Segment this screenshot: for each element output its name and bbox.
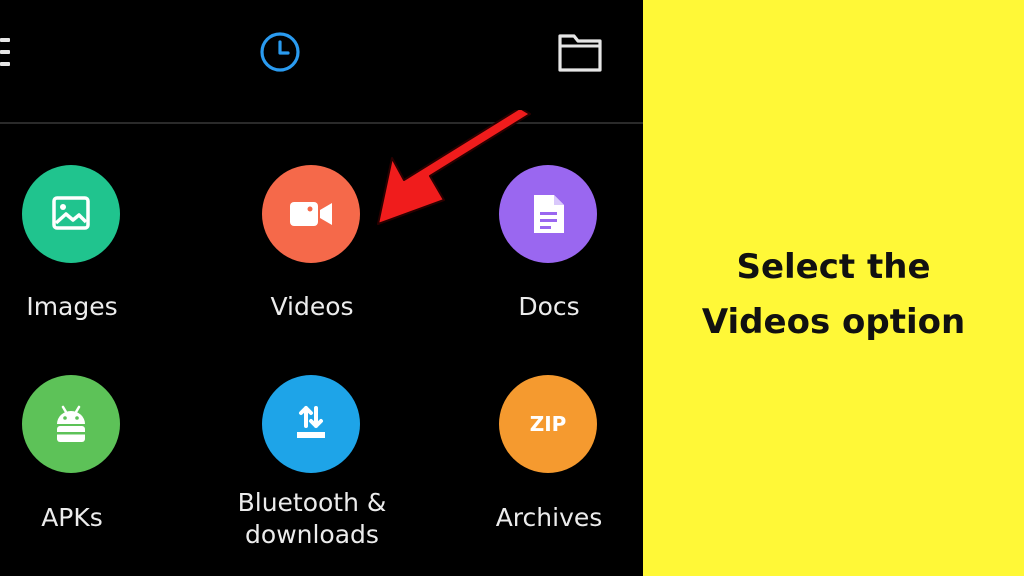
bluetooth-downloads-label: Bluetooth & downloads (212, 487, 412, 551)
videos-label: Videos (270, 292, 354, 321)
category-bluetooth-downloads[interactable]: Bluetooth & downloads (212, 375, 412, 549)
bluetooth-downloads-icon-circle (262, 375, 360, 473)
hamburger-menu-icon[interactable] (0, 34, 12, 70)
images-icon-circle (22, 165, 120, 263)
category-images[interactable]: Images (0, 165, 172, 335)
image-icon (52, 196, 90, 230)
category-apks[interactable]: APKs (0, 375, 172, 545)
videos-icon-circle (262, 165, 360, 263)
bluetooth-downloads-label-line1: Bluetooth & (237, 488, 387, 517)
instruction-line-1: Select the (736, 247, 931, 287)
android-icon (57, 405, 85, 442)
docs-label: Docs (518, 292, 580, 321)
images-label: Images (26, 292, 118, 321)
archives-label: Archives (495, 503, 603, 532)
video-camera-icon (290, 202, 332, 226)
apks-icon-circle (22, 375, 120, 473)
zip-icon-text: ZIP (529, 412, 567, 436)
top-bar (0, 0, 643, 122)
folder-icon[interactable] (557, 28, 603, 74)
archives-icon-circle: ZIP (499, 375, 597, 473)
clock-icon[interactable] (259, 31, 301, 73)
download-transfer-icon (297, 406, 325, 438)
apks-label: APKs (41, 503, 103, 532)
instruction-line-2: Videos option (701, 302, 966, 342)
zip-icon: ZIP (526, 404, 570, 444)
instruction-text: Select the Videos option (643, 240, 1024, 350)
bluetooth-downloads-label-line2: downloads (245, 520, 379, 549)
header-divider (0, 122, 643, 124)
file-manager-screen: Images Videos Docs APKs Bluetooth & down… (0, 0, 643, 576)
pointer-arrow (377, 110, 531, 225)
category-archives[interactable]: ZIP Archives (449, 375, 643, 545)
instruction-panel: Select the Videos option (643, 0, 1024, 576)
tutorial-screenshot: Images Videos Docs APKs Bluetooth & down… (0, 0, 1024, 576)
